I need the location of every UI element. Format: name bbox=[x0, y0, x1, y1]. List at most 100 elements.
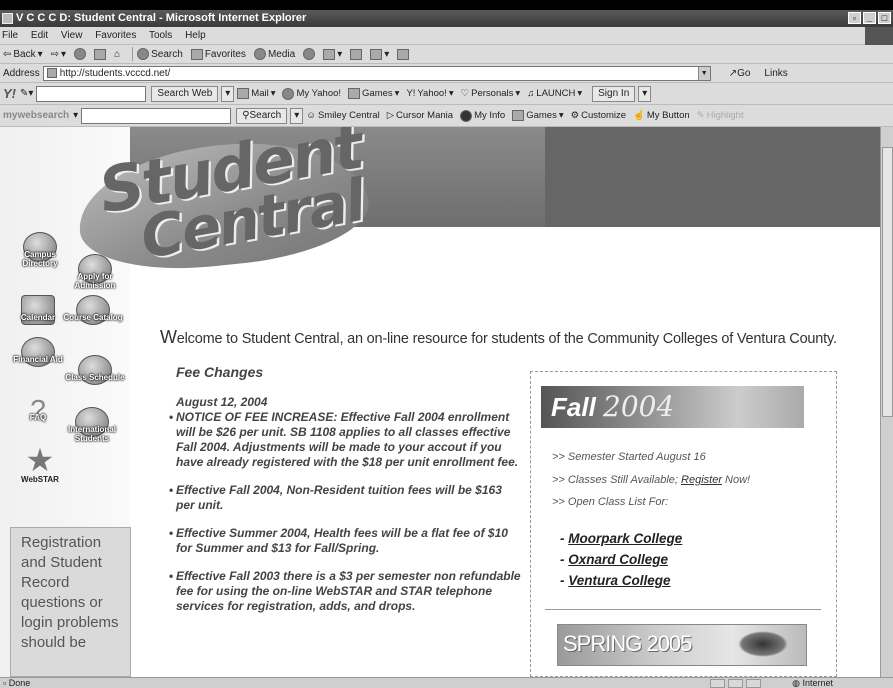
status-pane bbox=[710, 679, 725, 688]
menu-favorites[interactable]: Favorites bbox=[95, 30, 136, 41]
home-button[interactable]: ⌂ bbox=[114, 45, 120, 64]
mywebsearch-input[interactable] bbox=[81, 107, 232, 124]
international-students-link[interactable]: International Students bbox=[62, 407, 122, 443]
page-content: Student Central Campus Directory Apply f… bbox=[0, 127, 880, 677]
financial-aid-link[interactable]: Financial Aid bbox=[8, 337, 68, 367]
hand-icon: ☝ bbox=[633, 110, 645, 121]
fee-item: NOTICE OF FEE INCREASE: Effective Fall 2… bbox=[169, 410, 521, 470]
mws-search-button[interactable]: ⚲Search bbox=[236, 107, 288, 124]
yahoo-games-button[interactable]: Games ▾ bbox=[348, 84, 399, 103]
my-yahoo-button[interactable]: My Yahoo! bbox=[282, 84, 341, 103]
scrollbar-thumb[interactable] bbox=[882, 147, 893, 417]
pencil-icon[interactable]: ✎▾ bbox=[20, 84, 33, 103]
my-yahoo-icon bbox=[282, 87, 295, 100]
window-title: V C C C D: Student Central - Microsoft I… bbox=[16, 12, 307, 24]
moorpark-college-item: - Moorpark College bbox=[560, 531, 683, 546]
edit-button[interactable]: ▾ bbox=[370, 45, 389, 64]
apply-admission-link[interactable]: Apply for Admission bbox=[65, 254, 125, 290]
smiley-central-button[interactable]: ☺ Smiley Central bbox=[306, 106, 379, 125]
oxnard-college-item: - Oxnard College bbox=[560, 552, 669, 567]
links-button[interactable]: Links bbox=[764, 64, 787, 83]
mws-search-dropdown[interactable]: ▾ bbox=[290, 107, 304, 124]
favorites-button[interactable]: Favorites bbox=[190, 45, 246, 64]
maximize-button[interactable]: □ bbox=[878, 12, 891, 24]
launch-icon: ♫ bbox=[527, 88, 535, 99]
yahoo-search-input[interactable] bbox=[36, 85, 147, 102]
customize-button[interactable]: ⚙ Customize bbox=[571, 106, 626, 125]
go-button[interactable]: ↗Go bbox=[729, 64, 751, 83]
course-catalog-link[interactable]: Course Catalog bbox=[63, 295, 123, 325]
vertical-scrollbar[interactable] bbox=[880, 127, 893, 677]
mywebsearch-dropdown[interactable]: ▾ bbox=[73, 106, 78, 125]
ventura-college-link[interactable]: Ventura College bbox=[568, 573, 670, 588]
yahoo-mail-button[interactable]: Mail ▾ bbox=[237, 84, 275, 103]
status-pane bbox=[746, 679, 761, 688]
edit-icon bbox=[370, 48, 383, 60]
palm-leaf-icon bbox=[738, 631, 788, 657]
print-button[interactable] bbox=[350, 48, 363, 60]
mws-games-button[interactable]: Games ▾ bbox=[512, 106, 564, 125]
browser-window: V C C C D: Student Central - Microsoft I… bbox=[0, 10, 893, 688]
yahoo-personals-button[interactable]: ♡ Personals ▾ bbox=[461, 84, 521, 103]
moorpark-college-link[interactable]: Moorpark College bbox=[568, 531, 682, 546]
campus-directory-link[interactable]: Campus Directory bbox=[10, 232, 70, 268]
search-button[interactable]: Search bbox=[137, 45, 183, 64]
spring-2005-banner[interactable]: SPRING 2005 bbox=[557, 624, 807, 666]
registration-help-box: Registration and Student Record question… bbox=[10, 527, 131, 677]
mail-button[interactable]: ▾ bbox=[323, 45, 342, 64]
highlight-button[interactable]: ✎ Highlight bbox=[697, 106, 744, 125]
menu-file[interactable]: File bbox=[2, 30, 18, 41]
star-icon: ★ bbox=[25, 442, 55, 478]
menu-view[interactable]: View bbox=[61, 30, 83, 41]
register-link[interactable]: Register bbox=[681, 474, 722, 486]
sign-in-dropdown[interactable]: ▾ bbox=[638, 85, 652, 102]
open-class-list-text: >> Open Class List For: bbox=[552, 496, 669, 508]
mail-icon bbox=[323, 48, 336, 60]
refresh-button[interactable] bbox=[94, 48, 107, 60]
minimize-button-2[interactable]: _ bbox=[863, 12, 876, 24]
oxnard-college-link[interactable]: Oxnard College bbox=[568, 552, 668, 567]
games-icon bbox=[512, 110, 525, 121]
menu-help[interactable]: Help bbox=[185, 30, 206, 41]
my-button[interactable]: ☝ My Button bbox=[633, 106, 690, 125]
page-icon bbox=[46, 68, 57, 78]
fee-item: Effective Fall 2003 there is a $3 per se… bbox=[169, 569, 521, 614]
yahoo-home-button[interactable]: Y! Yahoo! ▾ bbox=[406, 84, 453, 103]
search-icon: ⚲ bbox=[242, 109, 250, 121]
discuss-button[interactable] bbox=[397, 48, 410, 60]
minimize-button[interactable]: ▫ bbox=[848, 12, 861, 24]
forward-button[interactable]: ⇨ ▾ bbox=[51, 45, 66, 64]
class-schedule-link[interactable]: Class Schedule bbox=[65, 355, 125, 385]
search-web-dropdown[interactable]: ▾ bbox=[221, 85, 235, 102]
classes-available-text: >> Classes Still Available; Register Now… bbox=[552, 474, 751, 486]
stop-icon bbox=[74, 48, 87, 60]
personals-icon: ♡ bbox=[460, 88, 470, 99]
back-button[interactable]: ⇦ Back ▾ bbox=[3, 45, 43, 64]
menu-edit[interactable]: Edit bbox=[31, 30, 48, 41]
my-info-button[interactable]: My Info bbox=[460, 106, 505, 125]
yahoo-toolbar: Y! ✎▾ Search Web ▾ Mail ▾ My Yahoo! Game… bbox=[0, 83, 893, 105]
windows-logo-icon bbox=[865, 27, 893, 45]
semester-started-text: >> Semester Started August 16 bbox=[552, 451, 706, 463]
calendar-link[interactable]: Calendar bbox=[8, 295, 68, 325]
info-icon bbox=[460, 109, 473, 122]
sign-in-button[interactable]: Sign In bbox=[592, 85, 636, 102]
fee-heading: Fee Changes bbox=[176, 364, 264, 380]
security-zone: ◍ Internet bbox=[792, 678, 833, 688]
yahoo-logo-icon[interactable]: Y! bbox=[3, 84, 16, 103]
address-dropdown-button[interactable]: ▼ bbox=[697, 66, 710, 80]
menu-tools[interactable]: Tools bbox=[149, 30, 172, 41]
cursor-mania-button[interactable]: ▷ Cursor Mania bbox=[387, 106, 453, 125]
search-web-button[interactable]: Search Web bbox=[151, 85, 219, 102]
webstar-link[interactable]: ★ WebSTAR bbox=[10, 442, 70, 484]
address-input[interactable]: http://students.vcccd.net/ ▼ bbox=[42, 65, 711, 81]
mywebsearch-logo[interactable]: mywebsearch bbox=[3, 106, 69, 125]
media-button[interactable]: Media bbox=[253, 45, 295, 64]
faq-link[interactable]: ? FAQ bbox=[8, 395, 68, 425]
home-icon: ⌂ bbox=[114, 48, 121, 60]
history-button[interactable] bbox=[303, 48, 316, 60]
history-icon bbox=[303, 48, 316, 60]
highlighter-icon: ✎ bbox=[696, 110, 705, 121]
stop-button[interactable] bbox=[74, 48, 87, 60]
yahoo-launch-button[interactable]: ♫ LAUNCH ▾ bbox=[527, 84, 582, 103]
